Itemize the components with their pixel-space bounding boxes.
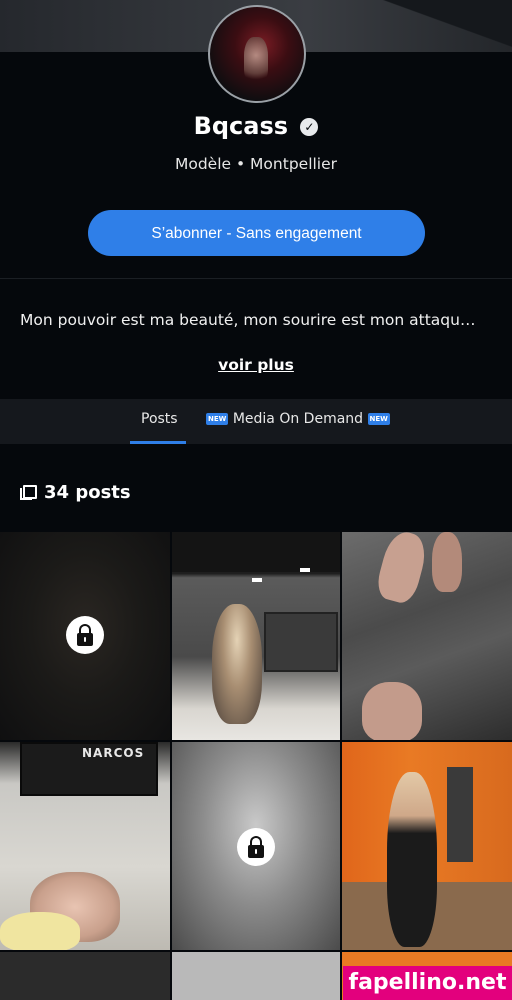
divider xyxy=(0,278,512,279)
media-tile[interactable] xyxy=(172,742,340,950)
ceiling xyxy=(172,532,340,572)
person-silhouette xyxy=(387,772,437,947)
verified-check-icon: ✓ xyxy=(300,118,319,136)
tab-media-on-demand[interactable]: NEW Media On Demand NEW xyxy=(206,411,390,427)
active-tab-indicator xyxy=(130,441,186,444)
tv-title: NARCOS xyxy=(82,746,145,760)
lock-icon xyxy=(66,616,104,654)
watermark: fapellino.net xyxy=(343,966,512,1000)
new-badge-icon: NEW xyxy=(367,413,390,425)
ceiling-light xyxy=(252,578,262,582)
lock-icon xyxy=(237,828,275,866)
tab-bar: Posts NEW Media On Demand NEW xyxy=(0,399,512,444)
door xyxy=(447,767,473,862)
leg-shape xyxy=(373,532,431,606)
media-tile[interactable] xyxy=(342,742,512,950)
media-tile[interactable]: NARCOS xyxy=(0,742,170,950)
media-tile[interactable] xyxy=(0,952,170,1000)
tab-posts[interactable]: Posts xyxy=(141,411,178,427)
media-tile[interactable] xyxy=(172,952,340,1000)
blanket-shape xyxy=(0,912,80,950)
leg-shape xyxy=(432,532,462,592)
see-more-link[interactable]: voir plus xyxy=(0,356,512,374)
posts-count: 34 posts xyxy=(20,482,131,503)
media-tile[interactable] xyxy=(172,532,340,740)
tab-media-label: Media On Demand xyxy=(232,411,364,427)
avatar[interactable] xyxy=(208,5,306,103)
media-tile[interactable] xyxy=(342,532,512,740)
lockers xyxy=(264,612,338,672)
media-tile[interactable] xyxy=(0,532,170,740)
profile-subtitle: Modèle • Montpellier xyxy=(174,155,338,173)
avatar-figure xyxy=(244,37,268,83)
person-silhouette xyxy=(212,604,262,724)
posts-stack-icon xyxy=(20,485,37,500)
leg-shape xyxy=(362,682,422,740)
profile-name: Bqcass xyxy=(193,112,289,140)
cover-shape xyxy=(372,0,512,52)
new-badge-icon: NEW xyxy=(206,413,229,425)
ceiling-light xyxy=(300,568,310,572)
posts-count-label: 34 posts xyxy=(44,482,131,503)
tv-screen: NARCOS xyxy=(20,742,158,796)
profile-bio: Mon pouvoir est ma beauté, mon sourire e… xyxy=(20,311,476,329)
profile-name-row: Bqcass ✓ xyxy=(0,112,512,140)
subscribe-button[interactable]: S’abonner - Sans engagement xyxy=(88,210,425,256)
